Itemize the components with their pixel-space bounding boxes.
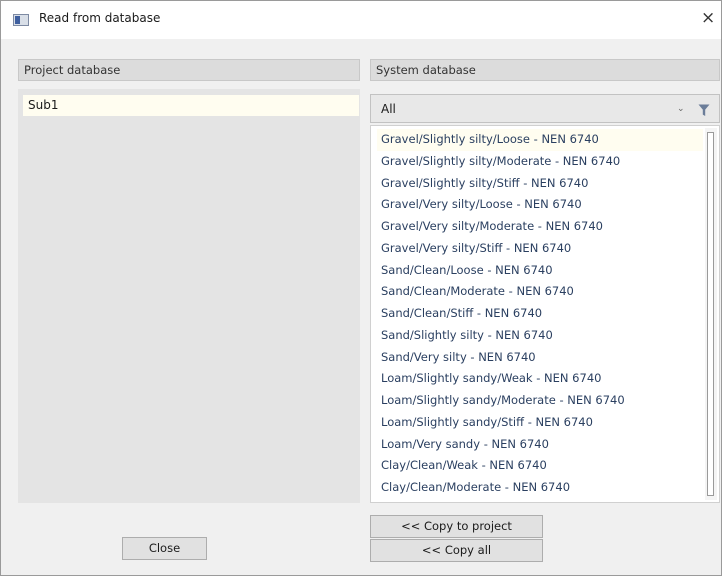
read-from-database-dialog: Read from database × Project database Su… (0, 0, 722, 576)
project-item-sub1[interactable]: Sub1 (23, 95, 359, 116)
list-item[interactable]: Gravel/Slightly silty/Loose - NEN 6740 (377, 129, 703, 151)
list-item[interactable]: Loam/Slightly sandy/Weak - NEN 6740 (377, 368, 703, 390)
vertical-scrollbar[interactable] (705, 128, 717, 500)
material-list: Gravel/Slightly silty/Loose - NEN 6740 Gr… (377, 129, 703, 503)
project-database-header: Project database (18, 59, 360, 81)
filter-selected-value: All (381, 102, 396, 116)
list-item[interactable]: Loam/Slightly sandy/Stiff - NEN 6740 (377, 412, 703, 434)
system-database-header: System database (370, 59, 720, 81)
filter-icon[interactable] (698, 104, 710, 117)
list-item[interactable]: Gravel/Slightly silty/Stiff - NEN 6740 (377, 173, 703, 195)
system-database-list[interactable]: Gravel/Slightly silty/Loose - NEN 6740 Gr… (370, 125, 720, 503)
project-database-list[interactable] (18, 89, 360, 503)
list-item[interactable]: Gravel/Very silty/Loose - NEN 6740 (377, 194, 703, 216)
list-item[interactable]: Sand/Clean/Loose - NEN 6740 (377, 260, 703, 282)
list-item[interactable]: Sand/Slightly silty - NEN 6740 (377, 325, 703, 347)
system-filter-dropdown[interactable]: All ⌄ (370, 94, 720, 123)
list-item[interactable]: Gravel/Very silty/Stiff - NEN 6740 (377, 238, 703, 260)
window-icon (13, 14, 29, 26)
list-item[interactable]: Clay/Clean/Stiff - NEN 6740 (377, 499, 703, 503)
copy-all-button[interactable]: << Copy all (370, 539, 543, 562)
list-item[interactable]: Loam/Slightly sandy/Moderate - NEN 6740 (377, 390, 703, 412)
list-item[interactable]: Sand/Clean/Moderate - NEN 6740 (377, 281, 703, 303)
list-item[interactable]: Clay/Clean/Weak - NEN 6740 (377, 455, 703, 477)
list-item[interactable]: Sand/Very silty - NEN 6740 (377, 347, 703, 369)
scrollbar-thumb[interactable] (707, 132, 714, 496)
list-item[interactable]: Gravel/Very silty/Moderate - NEN 6740 (377, 216, 703, 238)
title-bar: Read from database × (1, 1, 721, 39)
copy-to-project-button[interactable]: << Copy to project (370, 515, 543, 538)
list-item[interactable]: Gravel/Slightly silty/Moderate - NEN 674… (377, 151, 703, 173)
chevron-down-icon[interactable]: ⌄ (677, 104, 685, 114)
close-button[interactable]: Close (122, 537, 207, 560)
list-item[interactable]: Sand/Clean/Stiff - NEN 6740 (377, 303, 703, 325)
close-icon[interactable]: × (701, 7, 715, 29)
dialog-title: Read from database (39, 11, 161, 25)
list-item[interactable]: Loam/Very sandy - NEN 6740 (377, 434, 703, 456)
list-item[interactable]: Clay/Clean/Moderate - NEN 6740 (377, 477, 703, 499)
